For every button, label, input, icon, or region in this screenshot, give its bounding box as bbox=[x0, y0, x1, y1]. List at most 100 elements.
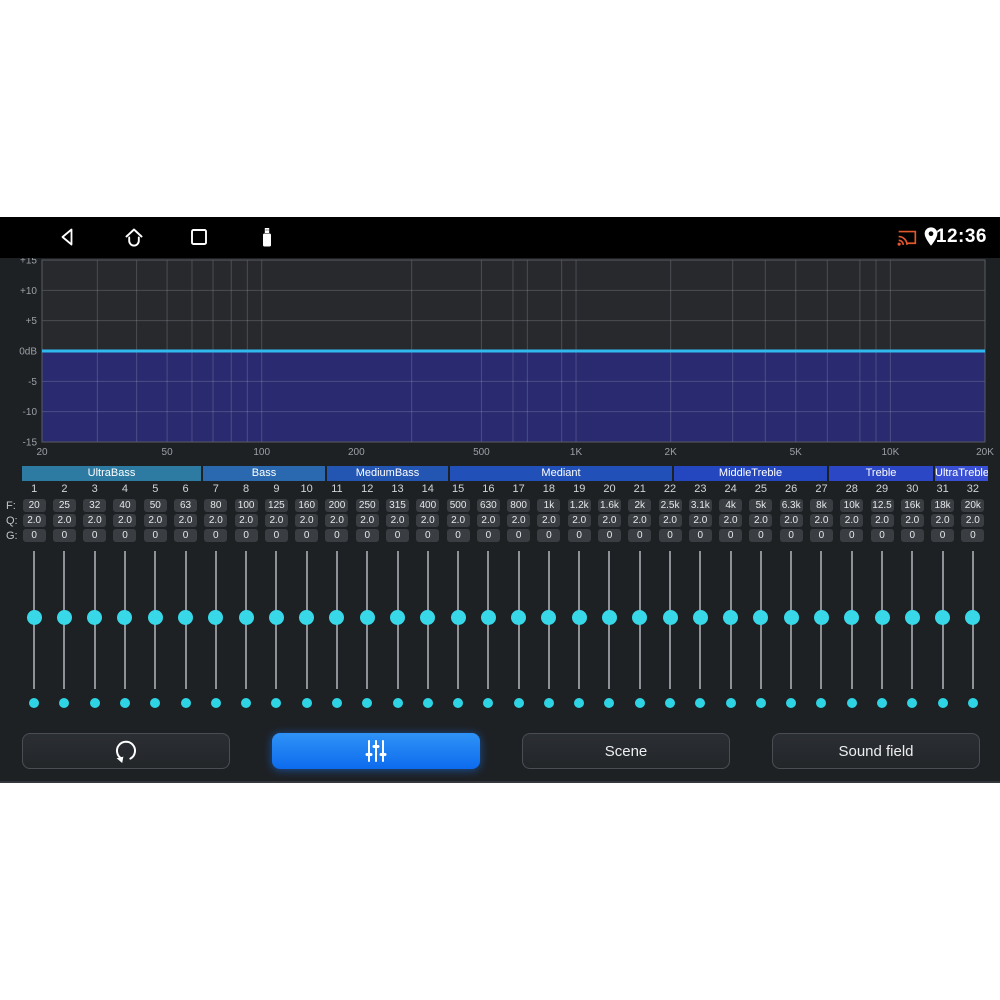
band-q-chip[interactable]: 2.0 bbox=[204, 514, 228, 527]
band-gain-slider[interactable] bbox=[201, 544, 231, 714]
band-gain-slider[interactable] bbox=[776, 544, 806, 714]
band-gain-chip[interactable]: 0 bbox=[840, 529, 864, 542]
band-freq-chip[interactable]: 800 bbox=[507, 499, 531, 512]
band-freq-chip[interactable]: 250 bbox=[355, 499, 379, 512]
band-gain-chip[interactable]: 0 bbox=[416, 529, 440, 542]
band-freq-chip[interactable]: 2.5k bbox=[658, 499, 682, 512]
slider-knob[interactable] bbox=[723, 610, 739, 625]
slider-knob[interactable] bbox=[813, 610, 829, 625]
band-gain-chip[interactable]: 0 bbox=[204, 529, 228, 542]
home-icon[interactable] bbox=[122, 225, 146, 249]
band-gain-slider[interactable] bbox=[594, 544, 624, 714]
slider-knob[interactable] bbox=[904, 610, 920, 625]
band-q-chip[interactable]: 2.0 bbox=[264, 514, 288, 527]
equalizer-button[interactable] bbox=[272, 733, 480, 769]
slider-knob[interactable] bbox=[87, 610, 103, 625]
band-gain-slider[interactable] bbox=[261, 544, 291, 714]
band-gain-chip[interactable]: 0 bbox=[52, 529, 76, 542]
band-q-chip[interactable]: 2.0 bbox=[113, 514, 137, 527]
slider-knob[interactable] bbox=[541, 610, 557, 625]
band-gain-chip[interactable]: 0 bbox=[961, 529, 985, 542]
slider-knob[interactable] bbox=[208, 610, 224, 625]
band-gain-chip[interactable]: 0 bbox=[749, 529, 773, 542]
band-q-chip[interactable]: 2.0 bbox=[143, 514, 167, 527]
band-q-chip[interactable]: 2.0 bbox=[325, 514, 349, 527]
band-freq-chip[interactable]: 100 bbox=[234, 499, 258, 512]
band-group-bass[interactable]: Bass bbox=[203, 466, 325, 481]
slider-knob[interactable] bbox=[935, 610, 951, 625]
band-gain-slider[interactable] bbox=[897, 544, 927, 714]
band-freq-chip[interactable]: 16k bbox=[900, 499, 924, 512]
band-group-ultratreble[interactable]: UltraTreble bbox=[935, 466, 988, 481]
band-freq-chip[interactable]: 4k bbox=[719, 499, 743, 512]
band-gain-chip[interactable]: 0 bbox=[779, 529, 803, 542]
band-q-chip[interactable]: 2.0 bbox=[931, 514, 955, 527]
slider-knob[interactable] bbox=[56, 610, 72, 625]
band-freq-chip[interactable]: 2k bbox=[628, 499, 652, 512]
band-gain-slider[interactable] bbox=[715, 544, 745, 714]
slider-knob[interactable] bbox=[511, 610, 527, 625]
band-q-chip[interactable]: 2.0 bbox=[416, 514, 440, 527]
band-freq-chip[interactable]: 10k bbox=[840, 499, 864, 512]
band-gain-slider[interactable] bbox=[927, 544, 957, 714]
slider-knob[interactable] bbox=[632, 610, 648, 625]
slider-knob[interactable] bbox=[117, 610, 133, 625]
slider-knob[interactable] bbox=[571, 610, 587, 625]
band-freq-chip[interactable]: 315 bbox=[386, 499, 410, 512]
band-gain-chip[interactable]: 0 bbox=[83, 529, 107, 542]
band-group-ultrabass[interactable]: UltraBass bbox=[22, 466, 201, 481]
band-gain-slider[interactable] bbox=[625, 544, 655, 714]
band-gain-chip[interactable]: 0 bbox=[870, 529, 894, 542]
band-q-chip[interactable]: 2.0 bbox=[658, 514, 682, 527]
band-freq-chip[interactable]: 630 bbox=[476, 499, 500, 512]
slider-knob[interactable] bbox=[753, 610, 769, 625]
slider-knob[interactable] bbox=[874, 610, 890, 625]
band-q-chip[interactable]: 2.0 bbox=[52, 514, 76, 527]
band-gain-slider[interactable] bbox=[110, 544, 140, 714]
band-freq-chip[interactable]: 1k bbox=[537, 499, 561, 512]
band-freq-chip[interactable]: 25 bbox=[52, 499, 76, 512]
slider-knob[interactable] bbox=[783, 610, 799, 625]
band-gain-chip[interactable]: 0 bbox=[567, 529, 591, 542]
band-freq-chip[interactable]: 125 bbox=[264, 499, 288, 512]
band-q-chip[interactable]: 2.0 bbox=[386, 514, 410, 527]
band-gain-slider[interactable] bbox=[685, 544, 715, 714]
band-gain-slider[interactable] bbox=[19, 544, 49, 714]
back-icon[interactable] bbox=[56, 225, 80, 249]
band-gain-chip[interactable]: 0 bbox=[22, 529, 46, 542]
band-gain-slider[interactable] bbox=[473, 544, 503, 714]
band-gain-chip[interactable]: 0 bbox=[295, 529, 319, 542]
slider-knob[interactable] bbox=[844, 610, 860, 625]
band-q-chip[interactable]: 2.0 bbox=[809, 514, 833, 527]
slider-knob[interactable] bbox=[359, 610, 375, 625]
band-gain-slider[interactable] bbox=[140, 544, 170, 714]
band-freq-chip[interactable]: 6.3k bbox=[779, 499, 803, 512]
band-gain-slider[interactable] bbox=[170, 544, 200, 714]
band-q-chip[interactable]: 2.0 bbox=[597, 514, 621, 527]
slider-knob[interactable] bbox=[390, 610, 406, 625]
slider-knob[interactable] bbox=[26, 610, 42, 625]
band-gain-slider[interactable] bbox=[443, 544, 473, 714]
slider-knob[interactable] bbox=[480, 610, 496, 625]
slider-knob[interactable] bbox=[238, 610, 254, 625]
band-q-chip[interactable]: 2.0 bbox=[628, 514, 652, 527]
slider-knob[interactable] bbox=[268, 610, 284, 625]
band-gain-slider[interactable] bbox=[958, 544, 988, 714]
band-q-chip[interactable]: 2.0 bbox=[719, 514, 743, 527]
band-freq-chip[interactable]: 400 bbox=[416, 499, 440, 512]
slider-knob[interactable] bbox=[965, 610, 981, 625]
band-freq-chip[interactable]: 32 bbox=[83, 499, 107, 512]
slider-knob[interactable] bbox=[450, 610, 466, 625]
band-gain-chip[interactable]: 0 bbox=[658, 529, 682, 542]
band-gain-chip[interactable]: 0 bbox=[628, 529, 652, 542]
band-gain-chip[interactable]: 0 bbox=[931, 529, 955, 542]
slider-knob[interactable] bbox=[299, 610, 315, 625]
band-gain-slider[interactable] bbox=[49, 544, 79, 714]
band-gain-slider[interactable] bbox=[382, 544, 412, 714]
slider-knob[interactable] bbox=[692, 610, 708, 625]
recents-icon[interactable] bbox=[187, 225, 211, 249]
band-group-middletreble[interactable]: MiddleTreble bbox=[674, 466, 827, 481]
slider-knob[interactable] bbox=[178, 610, 194, 625]
slider-knob[interactable] bbox=[662, 610, 678, 625]
band-freq-chip[interactable]: 80 bbox=[204, 499, 228, 512]
